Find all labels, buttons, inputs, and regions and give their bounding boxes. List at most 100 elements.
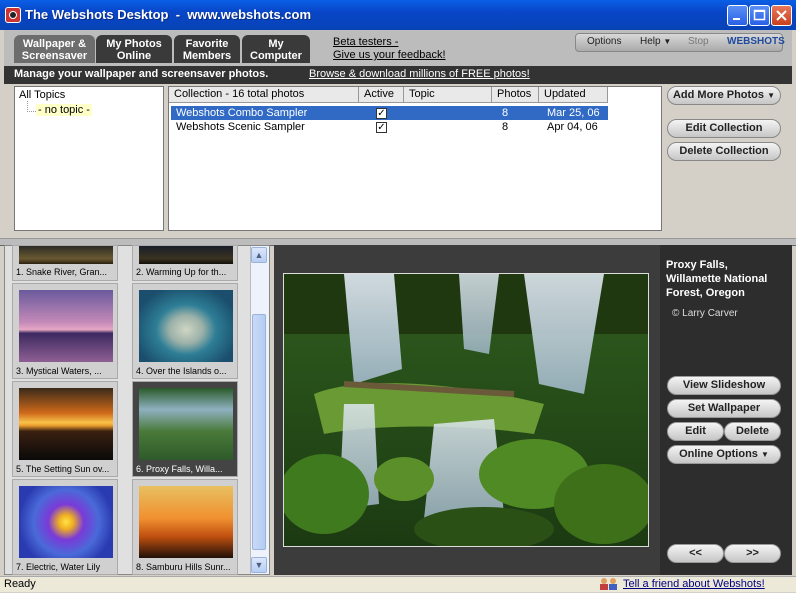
active-checkbox[interactable]: ✓ <box>376 122 387 133</box>
collection-name: Webshots Combo Sampler <box>176 107 308 119</box>
scroll-down-button[interactable]: ▼ <box>251 557 267 573</box>
photo-title-line: Willamette National <box>666 273 768 285</box>
next-photo-button[interactable]: >> <box>724 544 781 563</box>
view-slideshow-button[interactable]: View Slideshow <box>667 376 781 395</box>
set-wallpaper-button[interactable]: Set Wallpaper <box>667 399 781 418</box>
close-button[interactable] <box>771 5 792 26</box>
thumbnail-caption: 2. Warming Up for th... <box>136 267 227 277</box>
thumbnail-caption: 5. The Setting Sun ov... <box>16 464 110 474</box>
tab-label-line1: My <box>268 38 284 50</box>
tree-connector <box>27 101 36 112</box>
tab-wallpaper-screensaver[interactable]: Wallpaper & Screensaver <box>14 35 95 63</box>
beta-feedback-link[interactable]: Beta testers - Give us your feedback! <box>333 36 446 62</box>
edit-collection-button[interactable]: Edit Collection <box>667 119 781 138</box>
beta-link-line1: Beta testers - <box>333 36 399 48</box>
thumbnail-caption: 7. Electric, Water Lily <box>16 562 101 572</box>
scrollbar-thumb[interactable] <box>252 314 266 550</box>
add-more-photos-label: Add More Photos <box>672 89 765 101</box>
collection-photos-count: 8 <box>502 121 509 133</box>
options-menu[interactable]: Options <box>587 36 621 47</box>
tab-label-line1: Wallpaper & <box>22 38 87 50</box>
photo-title-line: Proxy Falls, <box>666 259 728 271</box>
close-icon <box>776 10 787 21</box>
thumbnail-item[interactable]: 4. Over the Islands o... <box>132 283 238 379</box>
minimize-button[interactable] <box>727 5 748 26</box>
thumbnail-caption: 4. Over the Islands o... <box>136 366 227 376</box>
thumbnail-caption: 1. Snake River, Gran... <box>16 267 108 277</box>
edit-photo-button[interactable]: Edit <box>667 422 724 441</box>
beta-link-line2: Give us your feedback! <box>333 49 446 61</box>
chevron-down-icon: ▼ <box>254 560 264 570</box>
online-options-label: Online Options <box>679 448 758 460</box>
thumbnail-caption: 3. Mystical Waters, ... <box>16 366 102 376</box>
status-text: Ready <box>4 578 36 590</box>
tab-label-line1: Favorite <box>185 38 229 50</box>
tell-a-friend-link[interactable]: Tell a friend about Webshots! <box>623 578 765 590</box>
thumbnail-image <box>19 388 113 460</box>
thumbnail-item[interactable]: 6. Proxy Falls, Willa... <box>132 381 238 477</box>
tab-favorite-members[interactable]: Favorite Members <box>174 35 240 63</box>
delete-collection-button[interactable]: Delete Collection <box>667 142 781 161</box>
maximize-button[interactable] <box>749 5 770 26</box>
column-header-photos[interactable]: Photos <box>492 87 539 103</box>
chevron-down-icon: ▼ <box>767 91 776 100</box>
thumbnail-image <box>139 246 233 264</box>
column-header-topic[interactable]: Topic <box>404 87 492 103</box>
chevron-down-icon: ▼ <box>663 37 672 46</box>
column-header-active[interactable]: Active <box>359 87 404 103</box>
thumbnail-image <box>19 486 113 558</box>
tree-item-no-topic[interactable]: - no topic - <box>36 104 92 116</box>
thumbnail-item[interactable]: 7. Electric, Water Lily <box>12 479 118 575</box>
waterfall-photo <box>284 274 648 546</box>
browse-download-link[interactable]: Browse & download millions of FREE photo… <box>309 68 530 80</box>
collection-updated: Mar 25, 06 <box>547 107 600 119</box>
column-header-collection[interactable]: Collection - 16 total photos <box>169 87 359 103</box>
tab-my-computer[interactable]: My Computer <box>242 35 310 63</box>
thumbnail-item[interactable]: 8. Samburu Hills Sunr... <box>132 479 238 575</box>
tab-label-line2: Screensaver <box>21 50 88 62</box>
thumbnail-caption: 6. Proxy Falls, Willa... <box>136 464 223 474</box>
active-checkbox[interactable]: ✓ <box>376 108 387 119</box>
maximize-icon <box>753 9 766 21</box>
tab-my-photos-online[interactable]: My Photos Online <box>96 35 172 63</box>
help-menu[interactable]: Help ▼ <box>640 36 671 47</box>
chevron-down-icon: ▼ <box>760 450 769 459</box>
window-title: The Webshots Desktop - www.webshots.com <box>25 7 312 22</box>
thumbnail-caption: 8. Samburu Hills Sunr... <box>136 562 231 572</box>
collection-photos-count: 8 <box>502 107 509 119</box>
minimize-icon <box>733 18 740 20</box>
collection-updated: Apr 04, 06 <box>547 121 598 133</box>
stop-button[interactable]: Stop <box>688 36 709 47</box>
photo-title: Proxy Falls, Willamette National Forest,… <box>666 258 788 300</box>
help-menu-label: Help <box>640 36 661 47</box>
webshots-logo[interactable]: WEBSHOTS <box>727 36 785 47</box>
tab-label-line2: Online <box>116 50 152 62</box>
tab-label-line2: Members <box>182 50 232 62</box>
photo-preview[interactable] <box>283 273 649 547</box>
online-options-button[interactable]: Online Options ▼ <box>667 445 781 464</box>
thumbnail-image <box>139 486 233 558</box>
add-more-photos-button[interactable]: Add More Photos ▼ <box>667 86 781 105</box>
people-icon <box>598 577 620 590</box>
column-header-updated[interactable]: Updated <box>539 87 608 103</box>
delete-photo-button[interactable]: Delete <box>724 422 781 441</box>
scroll-up-button[interactable]: ▲ <box>251 247 267 263</box>
header-title: Manage your wallpaper and screensaver ph… <box>14 68 269 80</box>
tab-label-line2: Computer <box>250 50 302 62</box>
thumbnail-item[interactable]: 1. Snake River, Gran... <box>12 245 118 281</box>
photo-credit: © Larry Carver <box>672 308 738 319</box>
thumbnail-item[interactable]: 2. Warming Up for th... <box>132 245 238 281</box>
thumbnail-image <box>19 290 113 362</box>
chevron-up-icon: ▲ <box>254 250 264 260</box>
tab-label-line1: My Photos <box>106 38 162 50</box>
previous-photo-button[interactable]: << <box>667 544 724 563</box>
thumbnail-item[interactable]: 5. The Setting Sun ov... <box>12 381 118 477</box>
tree-item-all-topics[interactable]: All Topics <box>19 89 65 101</box>
thumbnail-item[interactable]: 3. Mystical Waters, ... <box>12 283 118 379</box>
thumbnail-image <box>19 246 113 264</box>
photo-title-line: Forest, Oregon <box>666 287 745 299</box>
collection-name: Webshots Scenic Sampler <box>176 121 305 133</box>
thumbnail-image <box>139 290 233 362</box>
webshots-app-icon[interactable] <box>5 7 21 23</box>
thumbnail-image <box>139 388 233 460</box>
